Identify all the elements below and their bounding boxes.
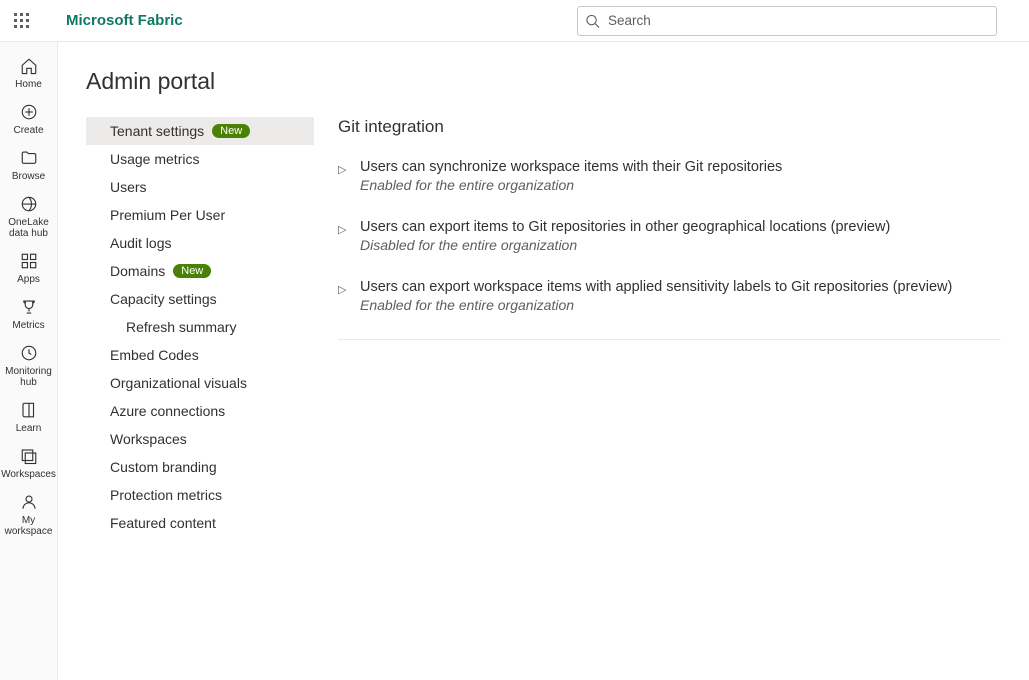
rail-monitoring[interactable]: Monitoring hub <box>1 337 57 392</box>
sidebar-item-label: Premium Per User <box>110 207 225 223</box>
setting-title: Users can export workspace items with ap… <box>360 279 1001 295</box>
search-icon <box>585 13 600 28</box>
sidebar-item-azure-connections[interactable]: Azure connections <box>86 397 314 425</box>
sidebar-item-custom-branding[interactable]: Custom branding <box>86 453 314 481</box>
rail-browse[interactable]: Browse <box>1 142 57 186</box>
home-icon <box>20 56 38 76</box>
monitoring-icon <box>20 343 38 363</box>
apps-icon <box>20 251 38 271</box>
sidebar-item-usage-metrics[interactable]: Usage metrics <box>86 145 314 173</box>
setting-row[interactable]: ▷ Users can export workspace items with … <box>338 279 1001 313</box>
top-bar: Microsoft Fabric <box>0 0 1029 42</box>
rail-my-workspace[interactable]: My workspace <box>1 486 57 541</box>
book-icon <box>20 400 38 420</box>
rail-create[interactable]: Create <box>1 96 57 140</box>
sidebar-item-label: Usage metrics <box>110 151 199 167</box>
section-title: Git integration <box>338 117 1001 137</box>
sidebar-item-label: Featured content <box>110 515 216 531</box>
sidebar-item-users[interactable]: Users <box>86 173 314 201</box>
brand-title[interactable]: Microsoft Fabric <box>66 12 183 29</box>
person-icon <box>20 492 38 512</box>
sidebar-item-embed-codes[interactable]: Embed Codes <box>86 341 314 369</box>
onelake-icon <box>20 194 38 214</box>
new-badge: New <box>212 124 250 138</box>
sidebar-item-label: Refresh summary <box>126 319 236 335</box>
rail-onelake[interactable]: OneLake data hub <box>1 188 57 243</box>
divider <box>338 339 1001 340</box>
sidebar-item-label: Organizational visuals <box>110 375 247 391</box>
page-title: Admin portal <box>86 68 1001 95</box>
setting-status: Enabled for the entire organization <box>360 297 1001 313</box>
chevron-right-icon: ▷ <box>338 219 350 253</box>
sidebar-item-refresh-summary[interactable]: Refresh summary <box>86 313 314 341</box>
folder-icon <box>20 148 38 168</box>
chevron-right-icon: ▷ <box>338 279 350 313</box>
sidebar-item-featured-content[interactable]: Featured content <box>86 509 314 537</box>
plus-circle-icon <box>20 102 38 122</box>
workspaces-icon <box>20 446 38 466</box>
sidebar-item-label: Audit logs <box>110 235 171 251</box>
sidebar-item-label: Embed Codes <box>110 347 199 363</box>
sidebar-item-protection-metrics[interactable]: Protection metrics <box>86 481 314 509</box>
sidebar-item-label: Workspaces <box>110 431 187 447</box>
setting-row[interactable]: ▷ Users can synchronize workspace items … <box>338 159 1001 193</box>
sidebar-item-label: Protection metrics <box>110 487 222 503</box>
search-container <box>577 6 997 36</box>
sidebar-item-label: Azure connections <box>110 403 225 419</box>
sidebar-item-capacity-settings[interactable]: Capacity settings <box>86 285 314 313</box>
settings-panel: Git integration ▷ Users can synchronize … <box>338 117 1001 537</box>
rail-workspaces[interactable]: Workspaces <box>1 440 57 484</box>
search-input[interactable] <box>577 6 997 36</box>
sidebar-item-workspaces[interactable]: Workspaces <box>86 425 314 453</box>
setting-row[interactable]: ▷ Users can export items to Git reposito… <box>338 219 1001 253</box>
setting-title: Users can synchronize workspace items wi… <box>360 159 1001 175</box>
chevron-right-icon: ▷ <box>338 159 350 193</box>
rail-apps[interactable]: Apps <box>1 245 57 289</box>
admin-side-nav: Tenant settings New Usage metrics Users … <box>86 117 314 537</box>
app-launcher-icon[interactable] <box>12 11 32 31</box>
left-rail: Home Create Browse OneLake data hub Apps <box>0 42 58 680</box>
sidebar-item-audit-logs[interactable]: Audit logs <box>86 229 314 257</box>
rail-home[interactable]: Home <box>1 50 57 94</box>
sidebar-item-premium-per-user[interactable]: Premium Per User <box>86 201 314 229</box>
sidebar-item-label: Capacity settings <box>110 291 217 307</box>
new-badge: New <box>173 264 211 278</box>
main-content: Admin portal Tenant settings New Usage m… <box>58 42 1029 680</box>
sidebar-item-tenant-settings[interactable]: Tenant settings New <box>86 117 314 145</box>
setting-status: Enabled for the entire organization <box>360 177 1001 193</box>
rail-metrics[interactable]: Metrics <box>1 291 57 335</box>
rail-learn[interactable]: Learn <box>1 394 57 438</box>
sidebar-item-organizational-visuals[interactable]: Organizational visuals <box>86 369 314 397</box>
sidebar-item-label: Custom branding <box>110 459 217 475</box>
trophy-icon <box>20 297 38 317</box>
sidebar-item-domains[interactable]: Domains New <box>86 257 314 285</box>
sidebar-item-label: Tenant settings <box>110 123 204 139</box>
sidebar-item-label: Users <box>110 179 147 195</box>
sidebar-item-label: Domains <box>110 263 165 279</box>
setting-status: Disabled for the entire organization <box>360 237 1001 253</box>
setting-title: Users can export items to Git repositori… <box>360 219 1001 235</box>
